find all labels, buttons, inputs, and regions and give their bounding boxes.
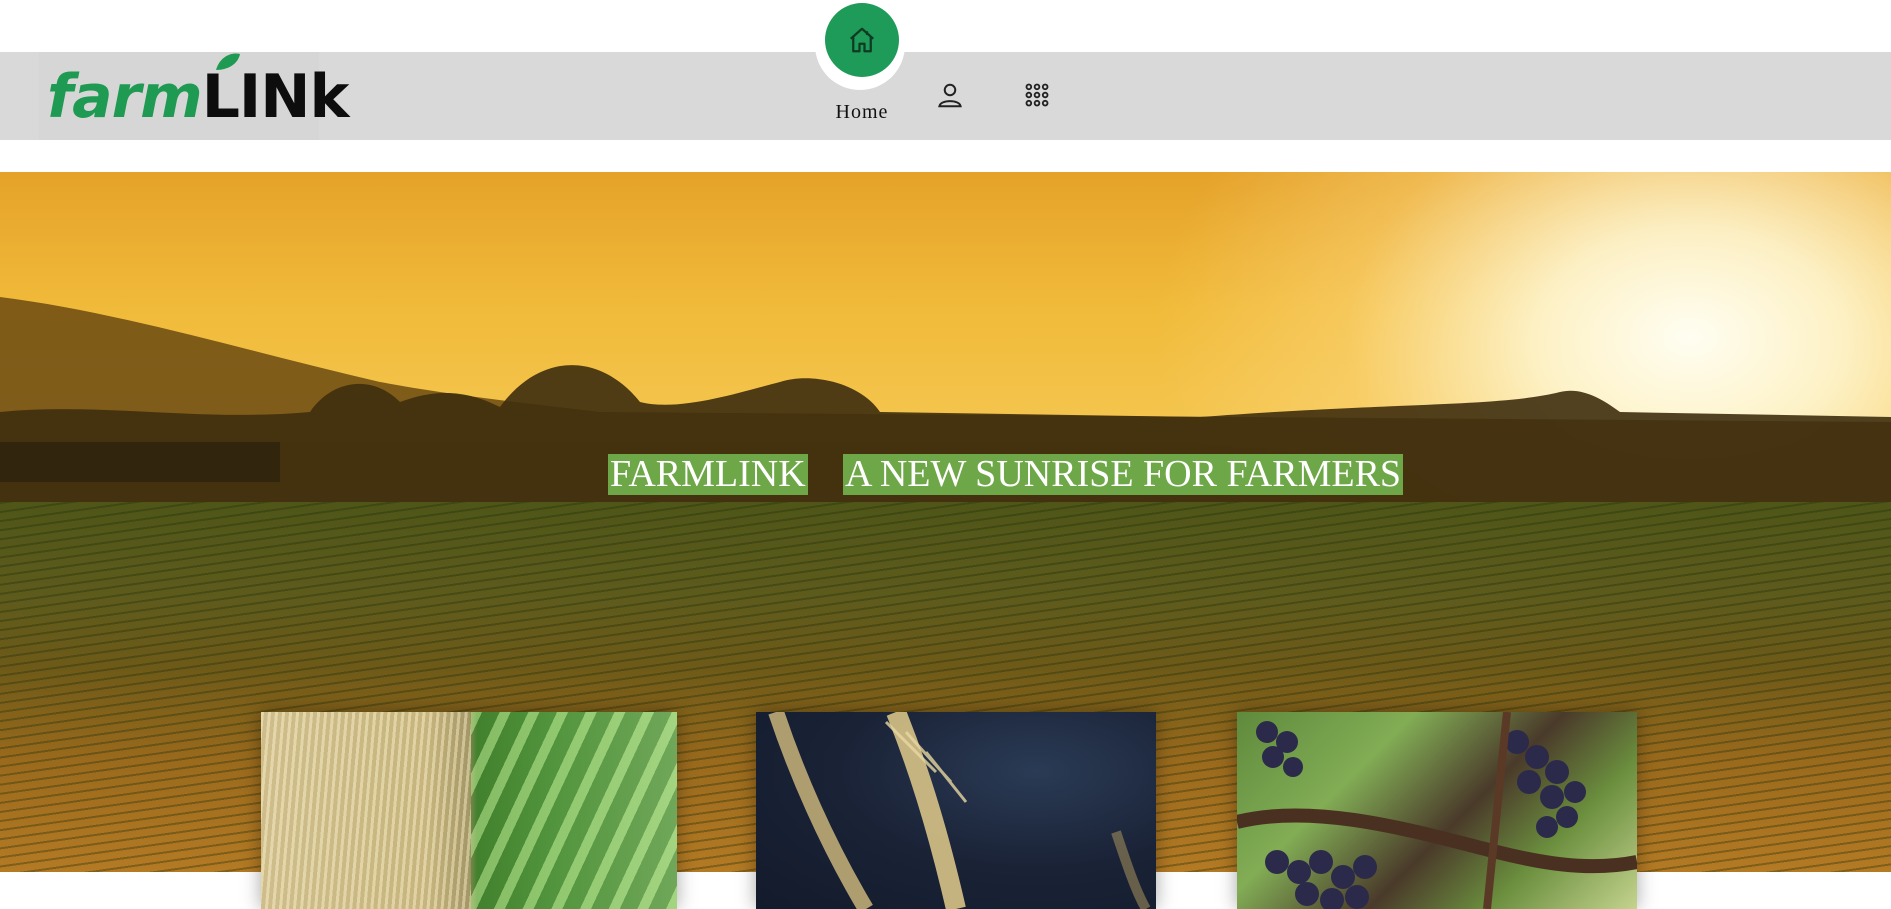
wheat-ears-image (768, 712, 1151, 909)
logo-farm-text: farm (47, 62, 203, 132)
feature-card-crops[interactable] (261, 712, 677, 909)
corn-field-image (471, 712, 677, 909)
feature-card-wheat[interactable] (756, 712, 1156, 909)
user-icon (938, 83, 962, 108)
logo-text: farmLINk (47, 62, 350, 132)
apps-menu-button[interactable] (1017, 75, 1057, 115)
grapes-image (1237, 712, 1637, 909)
home-label[interactable]: Home (820, 101, 904, 124)
profile-button[interactable] (930, 75, 970, 115)
hero-title-brand: FARMLINK (608, 453, 808, 495)
logo-link-text: LINk (201, 62, 350, 132)
hero-hills-silhouette (0, 297, 1891, 532)
home-button[interactable] (825, 3, 899, 77)
feature-card-grapes[interactable] (1237, 712, 1637, 909)
farmlink-logo[interactable]: farmLINk (39, 52, 349, 140)
home-icon (850, 27, 874, 53)
hero-title-tagline: A NEW SUNRISE FOR FARMERS (843, 453, 1404, 495)
grid-icon (1025, 83, 1049, 107)
wheat-field-image (261, 712, 471, 909)
